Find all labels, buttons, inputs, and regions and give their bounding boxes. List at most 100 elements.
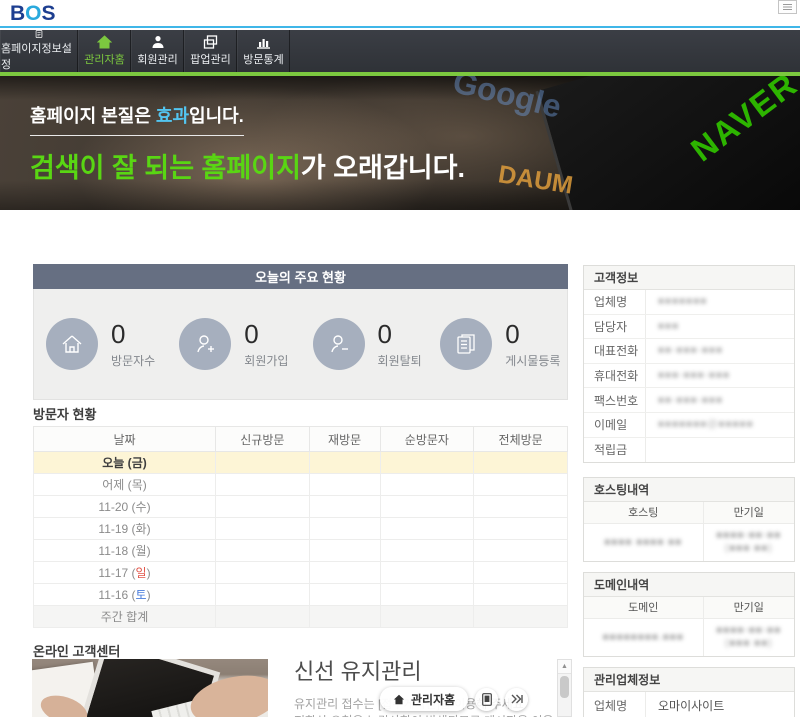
info-row: 적립금 [584,438,794,463]
top-bar: BOS [0,0,800,28]
masked-hosting-name: ■■■■ ■■■■ ■■ [584,523,703,561]
agency-name: 오마이사이트 [646,692,794,717]
nav-item-members[interactable]: 회원관리 [131,30,184,72]
domain-panel: 도메인내역 도메인만기일 ■■■■■■■■.■■■ ■■■■-■■-■■(■■■… [583,572,795,657]
today-summary-body: 0 방문자수 0 회원가입 0 회원탈퇴 0 게시물등록 [33,289,568,400]
nav-label: 회원관리 [137,51,177,67]
info-row: 이메일■■■■■■■@■■■■■ [584,413,794,438]
document-icon [32,30,46,38]
hero-line1: 홈페이지 본질은 효과입니다. [30,102,244,136]
stat-withdrawals: 0 회원탈퇴 [301,318,434,370]
visitors-header-row: 날짜 신규방문 재방문 순방문자 전체방문 [34,427,568,452]
stat-value: 0 [378,320,422,348]
hosting-header-row: 호스팅만기일 [584,502,794,523]
stat-value: 0 [111,320,155,348]
stat-visitors: 0 방문자수 [34,318,167,370]
hero-line2: 검색이 잘 되는 홈페이지가 오래갑니다. [30,146,465,185]
documents-icon [440,318,492,370]
nav-item-visit-stats[interactable]: 방문통계 [237,30,290,72]
table-row: 어제 (목) [34,474,568,496]
stat-label: 방문자수 [111,352,155,369]
today-summary-title: 오늘의 주요 현황 [33,264,568,289]
bos-logo[interactable]: BOS [10,2,56,26]
table-row: 11-19 (화) [34,518,568,540]
admin-dashboard-page: BOS 홈페이지정보설정 관리자홈 회원관리 팝업관리 방문통계 Google [0,0,800,717]
masked-value: ■■■■■■■@■■■■■ [646,413,794,437]
masked-expiry: ■■■■-■■-■■(■■■ ■■) [703,523,794,561]
bar-chart-icon [256,35,271,49]
agency-info-panel: 관리업체정보 업체명오마이사이트 [583,667,795,717]
double-chevron-right-icon [511,694,523,704]
person-plus-icon [179,318,231,370]
domain-row: ■■■■■■■■.■■■ ■■■■-■■-■■(■■■ ■■) [584,618,794,656]
agency-info-title: 관리업체정보 [584,668,794,692]
scroll-up-arrow-icon[interactable]: ▲ [558,660,571,674]
customer-info-panel: 고객정보 업체명■■■■■■■ 담당자■■■ 대표전화■■-■■■-■■■ 휴대… [583,265,795,463]
visitors-section-title: 방문자 현황 [33,404,96,423]
hero-google-word: Google [449,76,565,126]
floating-quickbar: 관리자홈 [380,687,528,711]
domain-title: 도메인내역 [584,573,794,597]
domain-header-row: 도메인만기일 [584,597,794,618]
masked-value: ■■■ [646,315,794,339]
masked-expiry: ■■■■-■■-■■(■■■ ■■) [703,618,794,656]
stat-posts: 0 게시물등록 [434,318,567,370]
support-section-title: 온라인 고객센터 [33,641,120,660]
today-summary-panel: 오늘의 주요 현황 0 방문자수 0 회원가입 0 회원탈퇴 [33,264,568,400]
table-row-today: 오늘 (금) [34,452,568,474]
nav-item-admin-home[interactable]: 관리자홈 [78,30,131,72]
empty-value [646,438,794,463]
customer-info-title: 고객정보 [584,266,794,290]
support-photo [32,659,268,717]
hosting-title: 호스팅내역 [584,478,794,502]
menu-lines-icon [783,3,792,11]
stat-label: 회원탈퇴 [378,352,422,369]
hosting-panel: 호스팅내역 호스팅만기일 ■■■■ ■■■■ ■■ ■■■■-■■-■■(■■■… [583,477,795,562]
stat-signups: 0 회원가입 [167,318,300,370]
masked-value: ■■-■■■-■■■ [646,339,794,363]
main-nav: 홈페이지정보설정 관리자홈 회원관리 팝업관리 방문통계 [0,30,800,76]
nav-label: 방문통계 [243,51,283,67]
visitors-table: 날짜 신규방문 재방문 순방문자 전체방문 오늘 (금) 어제 (목) 11-2… [33,426,568,628]
quickbar-admin-home-button[interactable]: 관리자홈 [380,687,468,711]
home-icon [46,318,98,370]
stat-label: 게시물등록 [505,352,560,369]
table-row-weekly-total: 주간 합계 [34,606,568,628]
info-row: 업체명■■■■■■■ [584,290,794,315]
stat-value: 0 [505,320,560,348]
hero-banner: Google NAVER DAUM 홈페이지 본질은 효과입니다. 검색이 잘 … [0,76,800,210]
hero-copy: 홈페이지 본질은 효과입니다. 검색이 잘 되는 홈페이지가 오래갑니다. [30,102,465,185]
stat-value: 0 [244,320,288,348]
nav-label: 관리자홈 [84,51,124,67]
nav-item-popups[interactable]: 팝업관리 [184,30,237,72]
person-icon [151,35,165,49]
quickbar-collapse-button[interactable] [505,688,528,711]
nav-label: 팝업관리 [190,51,230,67]
info-row: 휴대전화■■■-■■■-■■■ [584,364,794,389]
support-post-title[interactable]: 신선 유지관리 [294,654,556,686]
masked-domain-name: ■■■■■■■■.■■■ [584,618,703,656]
support-scrollbar[interactable]: ▲ [557,659,572,717]
table-row: 11-17 (일) [34,562,568,584]
table-row: 11-18 (월) [34,540,568,562]
info-row: 대표전화■■-■■■-■■■ [584,339,794,364]
masked-value: ■■-■■■-■■■ [646,388,794,412]
person-minus-icon [313,318,365,370]
mobile-device-icon [482,693,492,706]
masked-value: ■■■-■■■-■■■ [646,364,794,388]
home-icon [97,35,112,49]
table-row: 11-16 (토) [34,584,568,606]
info-row: 팩스번호■■-■■■-■■■ [584,388,794,413]
masked-value: ■■■■■■■ [646,290,794,314]
window-control-button[interactable] [778,0,797,14]
nav-label: 홈페이지정보설정 [1,40,77,72]
info-row: 담당자■■■ [584,315,794,340]
table-row: 11-20 (수) [34,496,568,518]
quickbar-mobile-view-button[interactable] [475,688,498,711]
hosting-row: ■■■■ ■■■■ ■■ ■■■■-■■-■■(■■■ ■■) [584,523,794,561]
home-icon [393,694,405,705]
scrollbar-thumb[interactable] [560,676,569,698]
nav-item-site-settings[interactable]: 홈페이지정보설정 [0,30,78,72]
popup-windows-icon [203,35,218,49]
stat-label: 회원가입 [244,352,288,369]
